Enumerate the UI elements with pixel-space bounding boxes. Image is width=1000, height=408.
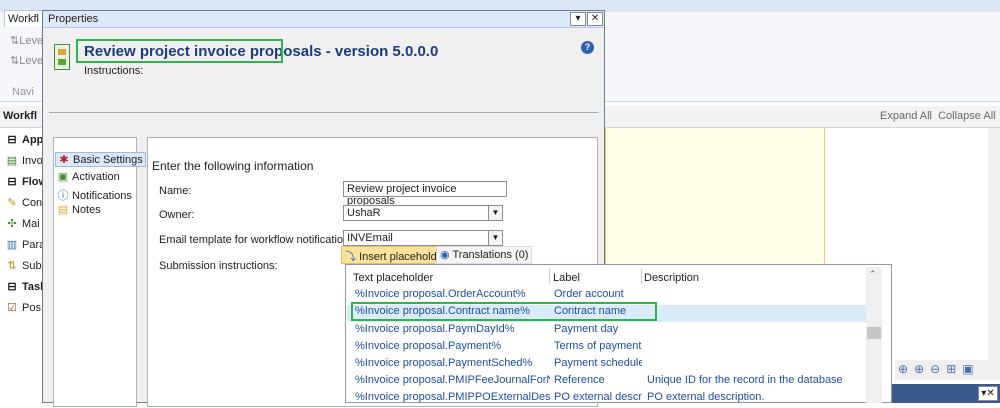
tree-node-con[interactable]: ✎ Con — [0, 196, 42, 209]
highlight-box-contract-name — [351, 302, 657, 321]
chevron-down-icon[interactable]: ▼ — [488, 231, 502, 245]
minus-box-icon[interactable]: ⊟ — [6, 280, 18, 293]
checkbox-icon: ☑ — [7, 302, 17, 314]
nav-item-basic-settings[interactable]: ✱ Basic Settings — [55, 152, 146, 167]
star-icon: ✱ — [59, 154, 69, 166]
email-template-label: Email template for workflow notification… — [159, 234, 358, 246]
tree-node-app[interactable]: ⊟ App — [0, 133, 43, 146]
dialog-title: Properties — [48, 13, 99, 25]
ribbon-item-level-2[interactable]: ⇅Leve — [10, 54, 43, 67]
level-icon: ⇅ — [10, 55, 20, 67]
minus-box-icon[interactable]: ⊟ — [6, 175, 18, 188]
insert-icon: ⤵ — [345, 251, 356, 263]
owner-select[interactable]: UshaR ▼ — [343, 205, 503, 221]
table-row[interactable]: %Invoice proposal.PaymentSched% Payment s… — [347, 357, 867, 374]
expand-all-link[interactable]: Expand All — [880, 110, 932, 122]
zoom-in-icon[interactable]: ⊕ — [914, 362, 924, 376]
close-icon[interactable]: ▾✕ — [978, 386, 998, 401]
dialog-menu-button[interactable]: ▾ — [570, 12, 586, 26]
table-row[interactable]: %Invoice proposal.PMIPFeeJournalForNTE%R… — [347, 374, 867, 391]
tree-node-mai[interactable]: ✣ Mai — [0, 217, 39, 230]
notes-icon: ▤ — [57, 204, 69, 216]
version-suffix: - version 5.0.0.0 — [321, 43, 439, 60]
globe-icon: ◉ — [440, 249, 450, 261]
name-field[interactable]: Review project invoice proposals — [343, 181, 507, 207]
tree-node-pos[interactable]: ☑ Pos — [0, 301, 41, 314]
ribbon-tab-workflow[interactable]: Workfl — [4, 10, 46, 27]
bottom-pane-bar: ▾✕ — [875, 384, 1000, 403]
section-title: Enter the following information — [152, 159, 314, 173]
workflow-element-icon — [54, 44, 70, 70]
tree-node-sub[interactable]: ⇅ Sub — [0, 259, 41, 272]
nav-item-notes[interactable]: ▤ Notes — [57, 203, 101, 216]
tree-node-task[interactable]: ⊟ Task — [0, 280, 46, 293]
zoom-toolbar: ⊕ ⊕ ⊖ ⊞ ▣ — [895, 360, 1000, 380]
table-row[interactable]: %Invoice proposal.Payment% Terms of payme… — [347, 340, 867, 357]
chevron-down-icon[interactable]: ▼ — [488, 206, 502, 220]
minus-box-icon[interactable]: ⊟ — [6, 133, 18, 146]
workflow-panel-title: Workfl — [3, 110, 38, 122]
column-divider — [549, 269, 550, 284]
column-header-description[interactable]: Description — [644, 272, 699, 284]
email-template-select[interactable]: INVEmail ▼ — [343, 230, 503, 246]
dialog-close-button[interactable]: ✕ — [587, 12, 603, 26]
pencil-icon: ✎ — [7, 197, 17, 209]
divider — [49, 112, 598, 113]
ribbon-group-navigate: Navi — [12, 86, 35, 98]
ribbon-item-level[interactable]: ⇅Leve — [10, 34, 43, 47]
tree-node-flow[interactable]: ⊟ Flow — [0, 175, 47, 188]
level-icon: ⇅ — [10, 35, 20, 47]
placeholder-list: Text placeholder Label Description %Invo… — [345, 264, 892, 403]
tree-node-invoice[interactable]: ▤ Invo — [0, 154, 43, 167]
subflow-icon: ⇅ — [7, 260, 17, 272]
document-icon: ▤ — [6, 155, 18, 167]
expand-collapse-links: Expand All Collapse All — [880, 110, 996, 122]
param-icon: ▥ — [6, 239, 18, 251]
instructions-label: Instructions: — [84, 65, 144, 77]
table-row[interactable]: %Invoice proposal.PaymDayId% Payment day — [347, 323, 867, 340]
scrollbar-thumb[interactable] — [867, 327, 881, 339]
translations-button[interactable]: ◉ Translations (0) — [436, 246, 533, 264]
settings-nav: ✱ Basic Settings ▣ Activation ⓘ Notificatio… — [53, 137, 146, 407]
name-label: Name: — [159, 185, 192, 197]
activation-icon: ▣ — [57, 171, 69, 183]
help-icon[interactable]: ? — [581, 41, 594, 54]
table-row[interactable]: %Invoice proposal.PMIPPOExternalDescript… — [347, 391, 867, 408]
fit-icon[interactable]: ⊞ — [946, 362, 956, 376]
close-icon: ✕ — [590, 13, 600, 24]
chevron-up-icon[interactable]: ⌃ — [869, 269, 877, 280]
zoom-out-icon[interactable]: ⊖ — [930, 362, 940, 376]
column-header-label[interactable]: Label — [553, 272, 580, 284]
chevron-down-icon: ▾ — [575, 13, 581, 24]
zoom-fit-icon[interactable]: ⊕ — [898, 362, 908, 376]
page-icon[interactable]: ▣ — [962, 362, 973, 376]
tools-icon: ✣ — [7, 218, 17, 230]
submission-instructions-label: Submission instructions: — [159, 260, 278, 272]
owner-label: Owner: — [159, 209, 195, 221]
highlight-box-title — [76, 39, 283, 63]
tree-node-para[interactable]: ▥ Para — [0, 238, 45, 251]
info-icon: ⓘ — [57, 190, 69, 202]
insert-placeholder-button[interactable]: ⤵ Insert placeholder — [341, 246, 451, 264]
collapse-all-link[interactable]: Collapse All — [938, 110, 995, 122]
vertical-scrollbar[interactable] — [988, 128, 1000, 368]
dialog-title-bar — [43, 11, 604, 28]
nav-item-notifications[interactable]: ⓘ Notifications — [57, 187, 132, 203]
column-divider — [641, 269, 642, 284]
column-header-placeholder[interactable]: Text placeholder — [353, 272, 433, 284]
nav-item-activation[interactable]: ▣ Activation — [57, 170, 120, 183]
placeholder-list-scrollbar[interactable]: ⌃ — [866, 267, 882, 403]
